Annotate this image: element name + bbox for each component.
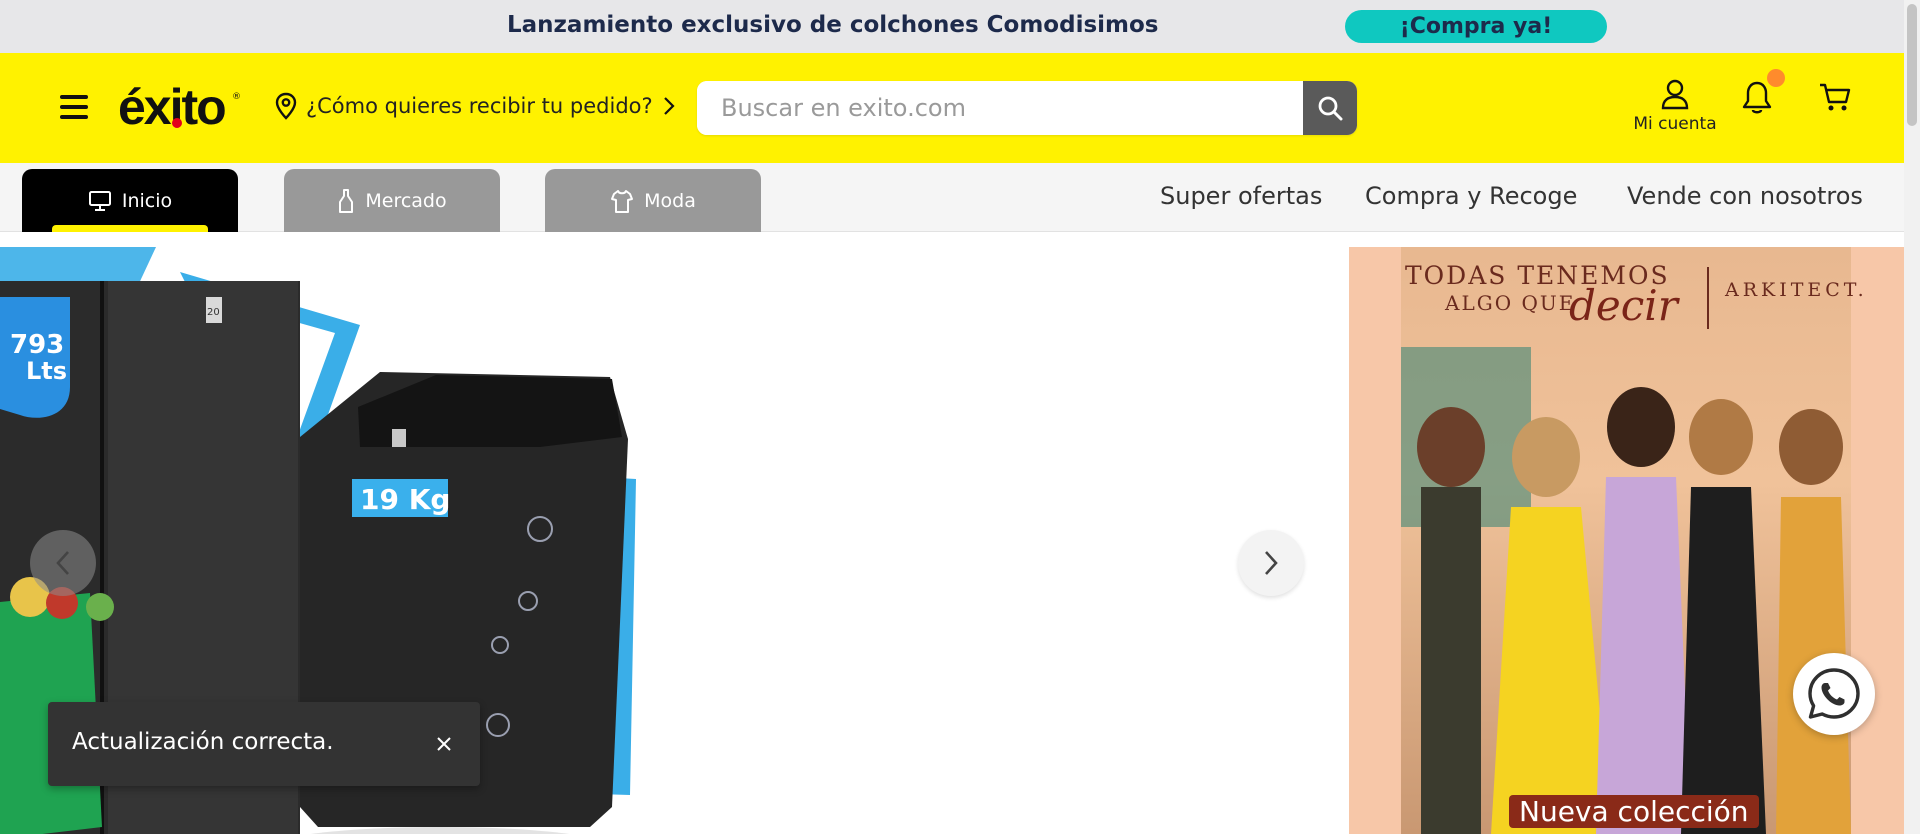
models-illustration <box>1401 347 1851 834</box>
delivery-selector[interactable]: ¿Cómo quieres recibir tu pedido? <box>274 92 675 120</box>
tab-label: Mercado <box>365 189 447 212</box>
search-button[interactable] <box>1303 81 1357 135</box>
side-promo-caption: Nueva colección <box>1509 795 1759 828</box>
tab-inicio[interactable]: Inicio <box>22 169 238 232</box>
side-promo-divider <box>1707 267 1709 329</box>
chevron-right-icon <box>663 97 675 115</box>
chevron-right-icon <box>1265 551 1278 575</box>
user-icon <box>1661 79 1689 110</box>
promo-cta-button[interactable]: ¡Compra ya! <box>1345 10 1607 43</box>
promo-bar: Lanzamiento exclusivo de colchones Comod… <box>0 0 1904 53</box>
delivery-prompt: ¿Cómo quieres recibir tu pedido? <box>306 94 653 118</box>
bell-icon[interactable] <box>1740 80 1774 116</box>
logo[interactable]: éxito <box>118 78 227 136</box>
promo-text: Lanzamiento exclusivo de colchones Comod… <box>507 12 1159 38</box>
side-promo-script: decir <box>1569 281 1678 330</box>
fridge-seal: 20 <box>207 307 220 318</box>
side-promo-line2: ALGO QUE <box>1445 291 1576 315</box>
location-pin-icon <box>275 92 297 120</box>
search-icon <box>1318 96 1343 121</box>
tab-mercado[interactable]: Mercado <box>284 169 500 232</box>
whatsapp-icon <box>1808 668 1860 719</box>
carousel-prev-button[interactable] <box>30 530 96 596</box>
cart-icon[interactable] <box>1818 82 1852 114</box>
search-box <box>697 81 1357 135</box>
logo-dot <box>172 118 182 128</box>
toast-message: Actualización correcta. <box>72 729 334 755</box>
bottle-icon <box>339 188 354 213</box>
nav-link-super-ofertas[interactable]: Super ofertas <box>1160 182 1322 210</box>
toast-close-button[interactable] <box>430 730 458 758</box>
tab-label: Inicio <box>121 189 173 212</box>
logo-registered-mark: ® <box>232 92 241 102</box>
nav-link-vende-con-nosotros[interactable]: Vende con nosotros <box>1627 182 1863 210</box>
whatsapp-button[interactable] <box>1793 653 1875 735</box>
carousel-next-button[interactable] <box>1238 530 1304 596</box>
notification-badge <box>1767 69 1785 87</box>
scrollbar-thumb[interactable] <box>1907 4 1917 126</box>
side-promo-photo <box>1401 247 1851 834</box>
account-label: Mi cuenta <box>1633 114 1717 134</box>
washer-capacity-badge: 19 Kg <box>360 483 450 516</box>
chevron-left-icon <box>56 551 69 575</box>
active-tab-indicator <box>52 225 208 232</box>
close-icon <box>437 737 451 751</box>
nav-link-compra-y-recoge[interactable]: Compra y Recoge <box>1365 182 1577 210</box>
side-promo-banner[interactable]: TODAS TENEMOS ALGO QUE decir ARKITECT. N… <box>1349 247 1904 834</box>
search-input[interactable] <box>697 81 1303 135</box>
page: Lanzamiento exclusivo de colchones Comod… <box>0 0 1920 834</box>
fridge-capacity-value: 793 <box>10 330 64 360</box>
tab-label: Moda <box>644 189 696 212</box>
shirt-icon <box>611 189 634 213</box>
hamburger-menu-icon[interactable] <box>60 95 88 119</box>
account-button[interactable]: Mi cuenta <box>1630 78 1720 142</box>
tab-moda[interactable]: Moda <box>545 169 761 232</box>
toast-notification: Actualización correcta. <box>48 702 480 786</box>
fridge-capacity-unit: Lts <box>26 357 67 385</box>
monitor-icon <box>88 190 111 211</box>
side-promo-brand: ARKITECT. <box>1725 279 1868 301</box>
